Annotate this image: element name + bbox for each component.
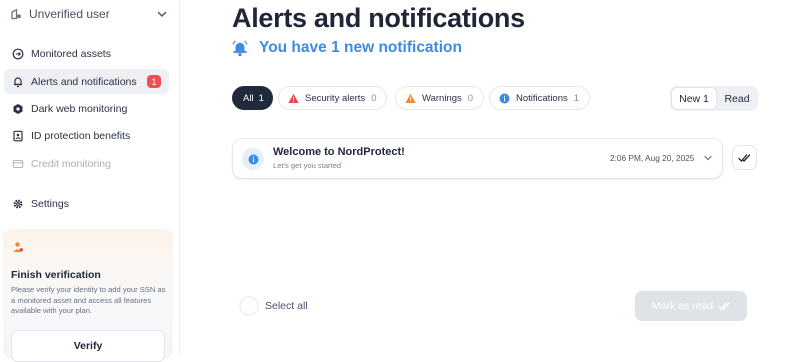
double-check-icon xyxy=(718,301,730,311)
filter-count: 1 xyxy=(573,92,580,104)
verification-text: Please verify your identity to add your … xyxy=(11,285,166,315)
filter-label: All xyxy=(243,92,254,104)
verify-button[interactable]: Verify xyxy=(11,330,165,362)
gear-icon xyxy=(12,198,24,210)
unread-count-badge: 1 xyxy=(147,75,161,88)
sidebar-item-dark-web[interactable]: Dark web monitoring xyxy=(4,96,169,121)
filter-security-alerts[interactable]: Security alerts 0 xyxy=(278,86,388,110)
mark-as-read-button[interactable]: Mark as read xyxy=(635,291,747,321)
filter-label: Security alerts xyxy=(305,92,366,104)
verification-title: Finish verification xyxy=(11,269,101,281)
id-protection-icon xyxy=(12,130,24,142)
filter-count: 0 xyxy=(371,92,377,104)
select-all-control[interactable]: Select all xyxy=(239,296,308,316)
finish-verification-card: Finish verification Please verify your i… xyxy=(3,229,173,362)
sidebar-item-credit-monitoring[interactable]: Credit monitoring xyxy=(4,151,169,176)
new-read-toggle: New 1 Read xyxy=(670,86,758,111)
sidebar-item-label: Credit monitoring xyxy=(31,157,111,170)
bell-icon xyxy=(232,40,248,57)
sidebar-item-monitored-assets[interactable]: Monitored assets xyxy=(4,41,169,66)
sidebar-item-settings[interactable]: Settings xyxy=(4,191,169,216)
notification-subtitle: Let's get you started xyxy=(273,161,342,170)
sidebar: Unverified user Monitored assets Alerts … xyxy=(0,0,180,362)
chevron-down-icon[interactable] xyxy=(156,8,168,20)
user-menu[interactable]: Unverified user xyxy=(10,5,168,23)
red-warning-icon xyxy=(288,93,299,104)
chevron-down-icon[interactable] xyxy=(703,153,713,163)
sidebar-item-label: Alerts and notifications xyxy=(31,75,137,88)
verification-person-icon xyxy=(12,241,24,253)
mark-notification-read-button[interactable] xyxy=(732,145,757,170)
info-icon xyxy=(499,93,510,104)
sidebar-item-label: Dark web monitoring xyxy=(31,102,128,115)
sidebar-item-label: Settings xyxy=(31,197,69,210)
credit-card-icon xyxy=(12,158,24,170)
monitored-assets-icon xyxy=(12,48,24,60)
sidebar-item-alerts[interactable]: Alerts and notifications 1 xyxy=(4,69,169,94)
dark-web-icon xyxy=(12,103,24,115)
tab-new[interactable]: New 1 xyxy=(671,87,717,110)
orange-warning-icon xyxy=(405,93,416,104)
sidebar-item-label: Monitored assets xyxy=(31,47,111,60)
page-title: Alerts and notifications xyxy=(232,3,525,33)
new-notification-summary: You have 1 new notification xyxy=(232,38,462,58)
unverified-user-icon xyxy=(10,8,22,20)
filter-label: Notifications xyxy=(516,92,568,104)
select-all-label: Select all xyxy=(265,300,308,312)
subtitle-text: You have 1 new notification xyxy=(259,39,462,56)
filter-all[interactable]: All 1 xyxy=(232,86,273,110)
user-name: Unverified user xyxy=(29,7,110,21)
filter-warnings[interactable]: Warnings 0 xyxy=(395,86,485,110)
filter-label: Warnings xyxy=(422,92,462,104)
alert-bell-icon xyxy=(12,76,24,88)
sidebar-item-id-protection[interactable]: ID protection benefits xyxy=(4,123,169,148)
mark-as-read-label: Mark as read xyxy=(651,300,714,312)
notification-title: Welcome to NordProtect! xyxy=(273,146,405,158)
select-all-radio[interactable] xyxy=(239,296,259,316)
filter-count: 1 xyxy=(258,92,264,104)
sidebar-item-label: ID protection benefits xyxy=(31,129,131,142)
double-check-icon xyxy=(738,153,751,163)
notification-timestamp: 2:06 PM, Aug 20, 2025 xyxy=(610,153,695,163)
tab-read[interactable]: Read xyxy=(718,86,756,111)
notification-item[interactable]: Welcome to NordProtect! Let's get you st… xyxy=(233,139,722,178)
filter-notifications[interactable]: Notifications 1 xyxy=(489,86,591,110)
info-icon xyxy=(242,148,264,170)
filter-count: 0 xyxy=(467,92,474,104)
